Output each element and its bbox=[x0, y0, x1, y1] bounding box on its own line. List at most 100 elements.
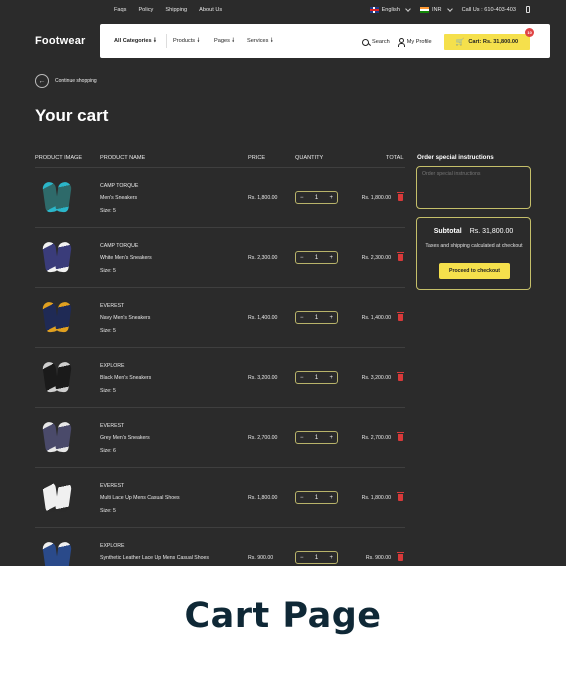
plus-icon[interactable]: + bbox=[329, 315, 333, 321]
plus-icon[interactable]: + bbox=[329, 435, 333, 441]
nav-products[interactable]: Products 🠗 bbox=[173, 38, 200, 44]
nav-label: All Categories bbox=[114, 38, 152, 44]
continue-shopping-link[interactable]: ← Continue shopping bbox=[35, 74, 97, 88]
minus-icon[interactable]: − bbox=[300, 555, 304, 561]
header-product-image: PRODUCT IMAGE bbox=[35, 155, 83, 161]
product-image[interactable] bbox=[39, 359, 75, 395]
minus-icon[interactable]: − bbox=[300, 255, 304, 261]
trash-icon[interactable] bbox=[397, 252, 404, 261]
phone-number: Call Us : 610-403-403 bbox=[461, 6, 516, 13]
trash-icon[interactable] bbox=[397, 372, 404, 381]
trash-icon[interactable] bbox=[397, 492, 404, 501]
product-name[interactable]: Multi Lace Up Mens Casual Shoes bbox=[100, 495, 180, 501]
top-link-about[interactable]: About Us bbox=[199, 7, 222, 13]
product-price: Rs. 900.00 bbox=[248, 555, 274, 561]
page-title: Your cart bbox=[35, 106, 109, 125]
quantity-value[interactable]: 1 bbox=[315, 435, 318, 441]
minus-icon[interactable]: − bbox=[300, 495, 304, 501]
trash-icon[interactable] bbox=[397, 312, 404, 321]
arrow-down-icon: 🠗 bbox=[231, 38, 235, 44]
arrow-down-icon: 🠗 bbox=[153, 38, 157, 44]
order-summary: Subtotal Rs. 31,800.00 Taxes and shippin… bbox=[416, 217, 531, 290]
nav-services[interactable]: Services 🠗 bbox=[247, 38, 273, 44]
product-price: Rs. 1,400.00 bbox=[248, 315, 278, 321]
trash-icon[interactable] bbox=[397, 432, 404, 441]
quantity-stepper: − 1 + bbox=[295, 371, 338, 384]
product-image[interactable] bbox=[39, 419, 75, 455]
product-image[interactable] bbox=[39, 479, 75, 515]
cart-button[interactable]: 🛒 Cart: Rs. 31,800.00 10 bbox=[443, 28, 535, 50]
product-image[interactable] bbox=[39, 539, 75, 566]
product-image[interactable] bbox=[39, 239, 75, 275]
nav-all-categories[interactable]: All Categories 🠗 bbox=[114, 38, 156, 44]
profile-button[interactable]: My Profile bbox=[397, 38, 432, 47]
product-image[interactable] bbox=[39, 299, 75, 335]
product-price: Rs. 3,200.00 bbox=[248, 375, 278, 381]
site-logo[interactable]: Footwear bbox=[35, 35, 86, 47]
top-link-faqs[interactable]: Faqs bbox=[114, 7, 126, 13]
product-name[interactable]: Black Men's Sneakers bbox=[100, 375, 151, 381]
plus-icon[interactable]: + bbox=[329, 555, 333, 561]
header-total: TOTAL bbox=[386, 155, 404, 161]
currency-label: INR bbox=[431, 6, 442, 13]
main-nav: All Categories 🠗 Products 🠗 Pages 🠗 Serv… bbox=[100, 24, 550, 58]
product-image[interactable] bbox=[39, 179, 75, 215]
minus-icon[interactable]: − bbox=[300, 435, 304, 441]
nav-label: Pages bbox=[214, 38, 230, 44]
product-brand: EXPLORE bbox=[100, 363, 125, 369]
quantity-value[interactable]: 1 bbox=[315, 255, 318, 261]
product-price: Rs. 1,800.00 bbox=[248, 195, 278, 201]
search-button[interactable]: Search bbox=[362, 38, 390, 46]
currency-selector[interactable]: INR bbox=[419, 5, 453, 13]
shoe-right-image bbox=[54, 541, 73, 566]
cart-label: Cart: Rs. 31,800.00 bbox=[468, 39, 519, 45]
continue-shopping-label: Continue shopping bbox=[55, 78, 97, 84]
page-caption: Cart Page bbox=[184, 596, 382, 636]
product-size: Size: 6 bbox=[100, 448, 116, 454]
quantity-value[interactable]: 1 bbox=[315, 315, 318, 321]
uk-flag-icon bbox=[369, 6, 379, 13]
product-name[interactable]: Grey Men's Sneakers bbox=[100, 435, 150, 441]
quantity-stepper: − 1 + bbox=[295, 191, 338, 204]
quantity-value[interactable]: 1 bbox=[315, 555, 318, 561]
product-name[interactable]: Navy Men's Sneakers bbox=[100, 315, 150, 321]
quantity-value[interactable]: 1 bbox=[315, 195, 318, 201]
quantity-stepper: − 1 + bbox=[295, 551, 338, 564]
minus-icon[interactable]: − bbox=[300, 315, 304, 321]
instructions-title: Order special instructions bbox=[417, 154, 494, 161]
trash-icon[interactable] bbox=[397, 552, 404, 561]
shoe-right-image bbox=[54, 301, 73, 333]
trash-icon[interactable] bbox=[397, 192, 404, 201]
top-link-shipping[interactable]: Shipping bbox=[165, 7, 187, 13]
plus-icon[interactable]: + bbox=[329, 495, 333, 501]
top-right-controls: English INR Call Us : 610-403-403 bbox=[369, 5, 530, 13]
top-link-policy[interactable]: Policy bbox=[138, 7, 153, 13]
checkout-button[interactable]: Proceed to checkout bbox=[439, 263, 510, 279]
india-flag-icon bbox=[419, 6, 429, 13]
product-name[interactable]: Men's Sneakers bbox=[100, 195, 137, 201]
shoe-right-image bbox=[54, 361, 73, 393]
line-total: Rs. 3,200.00 bbox=[361, 375, 391, 381]
quantity-stepper: − 1 + bbox=[295, 431, 338, 444]
quantity-value[interactable]: 1 bbox=[315, 375, 318, 381]
instructions-input[interactable] bbox=[416, 166, 531, 209]
quantity-value[interactable]: 1 bbox=[315, 495, 318, 501]
product-size: Size: 5 bbox=[100, 268, 116, 274]
product-name[interactable]: Synthetic Leather Lace Up Mens Casual Sh… bbox=[100, 555, 209, 561]
minus-icon[interactable]: − bbox=[300, 375, 304, 381]
arrow-down-icon: 🠗 bbox=[270, 38, 274, 44]
quantity-stepper: − 1 + bbox=[295, 251, 338, 264]
minus-icon[interactable]: − bbox=[300, 195, 304, 201]
plus-icon[interactable]: + bbox=[329, 195, 333, 201]
product-brand: EXPLORE bbox=[100, 543, 125, 549]
product-name[interactable]: White Men's Sneakers bbox=[100, 255, 152, 261]
plus-icon[interactable]: + bbox=[329, 255, 333, 261]
header-product-name: PRODUCT NAME bbox=[100, 155, 146, 161]
line-total: Rs. 2,700.00 bbox=[361, 435, 391, 441]
nav-pages[interactable]: Pages 🠗 bbox=[214, 38, 234, 44]
search-icon bbox=[362, 38, 369, 46]
language-selector[interactable]: English bbox=[369, 5, 411, 13]
user-icon bbox=[397, 38, 405, 47]
phone-icon bbox=[526, 6, 530, 13]
plus-icon[interactable]: + bbox=[329, 375, 333, 381]
